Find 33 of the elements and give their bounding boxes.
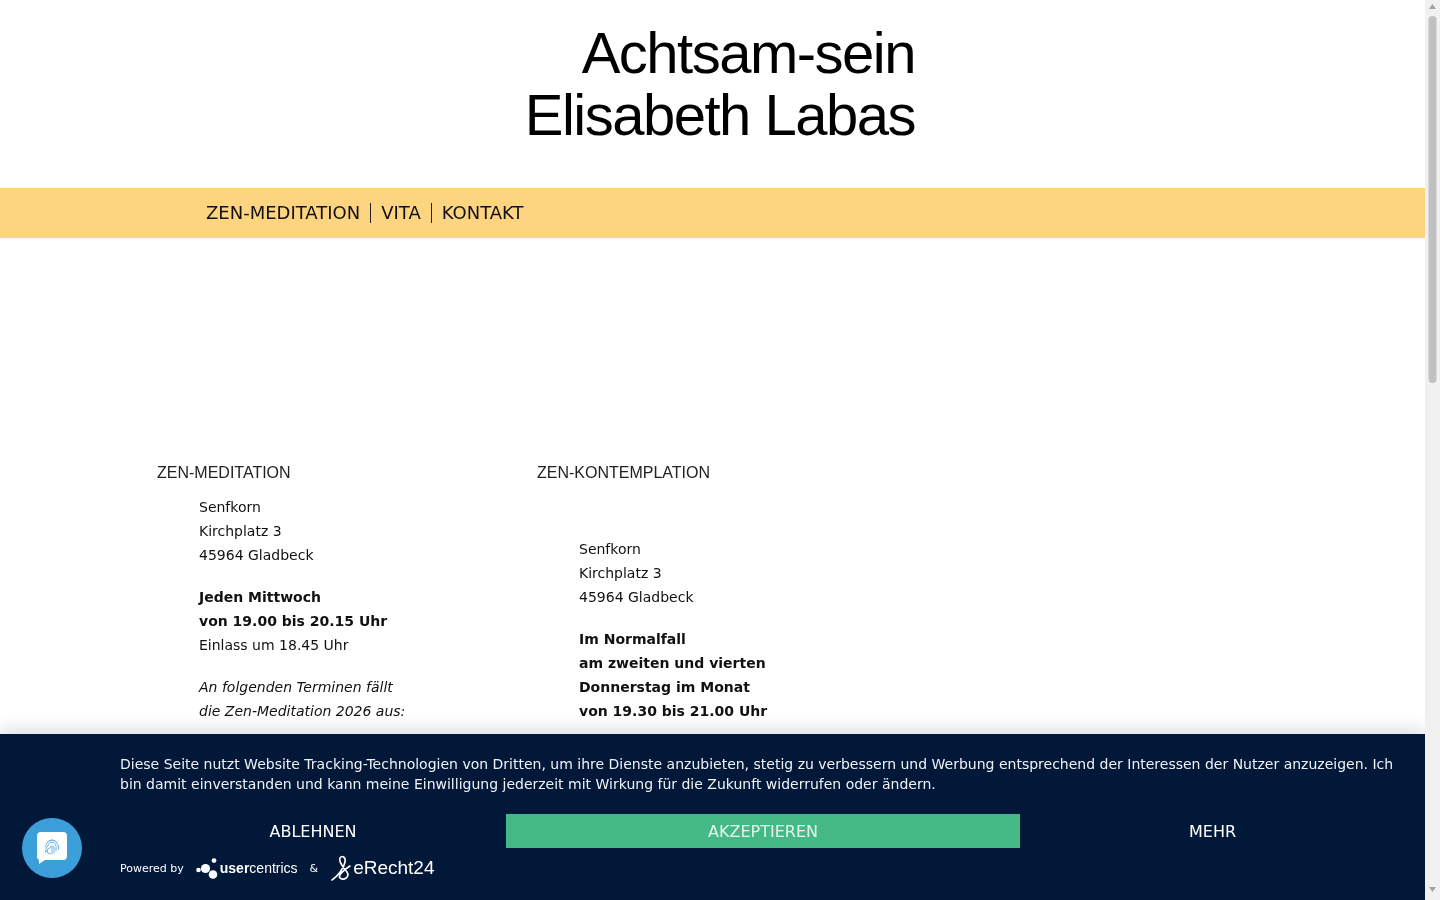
note-line: An folgenden Terminen fällt xyxy=(199,678,393,697)
logo-text: Achtsam-sein xyxy=(580,22,915,84)
section-heading: ZEN-MEDITATION xyxy=(157,463,291,483)
note-line: die Zen-Meditation 2026 aus: xyxy=(199,702,406,721)
nav-link[interactable]: ZEN-MEDITATION xyxy=(206,202,361,224)
section-heading: ZEN-KONTEMPLATION xyxy=(537,463,711,483)
powered-by-text: Powered by xyxy=(120,861,184,875)
swirl-icon xyxy=(330,854,353,882)
schedule-line: von 19.30 bis 21.00 Uhr xyxy=(579,702,768,721)
chat-fingerprint-icon xyxy=(37,832,67,864)
schedule-line: Im Normalfall xyxy=(579,630,686,649)
logo-text: Elisabeth Labas xyxy=(524,84,915,146)
address-line: 45964 Gladbeck xyxy=(579,588,694,607)
more-button[interactable]: MEHR xyxy=(1020,814,1405,848)
dots-icon xyxy=(195,857,219,879)
brand-logo-link[interactable]: usercentrics xyxy=(195,857,298,879)
schedule-line: am zweiten und vierten xyxy=(579,654,766,673)
address-line: 45964 Gladbeck xyxy=(199,546,314,565)
consent-text: Diese Seite nutzt Website Tracking-Technologien von Dritten, um ihre Dienste anzubieten, stetig zu verbessern und Werbung entsprechend der Interessen der Nutzer anzuzeigen. Ich bin damit einverstanden und kann meine Einwilligung jederzeit mit Wirkung für die Zukunft widerrufen oder ändern. xyxy=(120,755,1395,794)
schedule-line: von 19.00 bis 20.15 Uhr xyxy=(199,612,388,631)
address-line: Kirchplatz 3 xyxy=(199,522,282,541)
address-line: Kirchplatz 3 xyxy=(579,564,662,583)
reject-button[interactable]: ABLEHNEN xyxy=(120,814,506,848)
brand-logo-link[interactable]: eRecht24 xyxy=(330,854,435,882)
scrollbar[interactable] xyxy=(1425,0,1440,900)
ampersand-text: & xyxy=(309,861,319,875)
nav-link[interactable]: VITA xyxy=(381,202,421,224)
address-line: Senfkorn xyxy=(579,540,641,559)
nav-link[interactable]: KONTAKT xyxy=(441,202,524,224)
schedule-line: Donnerstag im Monat xyxy=(579,678,750,697)
schedule-line: Jeden Mittwoch xyxy=(199,588,321,607)
address-line: Senfkorn xyxy=(199,498,261,517)
schedule-line: Einlass um 18.45 Uhr xyxy=(199,636,349,655)
